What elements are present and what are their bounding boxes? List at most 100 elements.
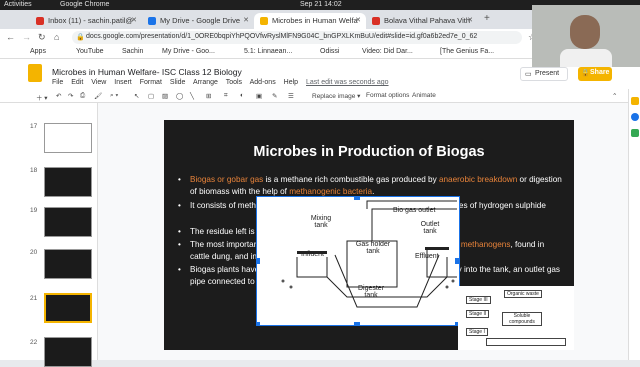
diagram-drawing <box>254 194 461 328</box>
menu-file[interactable]: File <box>52 79 63 86</box>
menu-addons[interactable]: Add-ons <box>250 79 276 86</box>
slide-thumbnail[interactable] <box>44 249 92 279</box>
menu-format[interactable]: Format <box>140 79 162 86</box>
menu-insert[interactable]: Insert <box>114 79 132 86</box>
youtube-icon <box>372 17 380 25</box>
slide-thumbnail[interactable] <box>44 123 92 153</box>
zoom-icon[interactable]: ⌕ ▾ <box>110 92 118 100</box>
mask-icon[interactable]: ◐ <box>240 92 244 99</box>
slide-thumbnail[interactable] <box>44 167 92 197</box>
image-icon[interactable]: ▨ <box>162 92 168 100</box>
redo-icon[interactable]: ↷ <box>68 92 73 100</box>
gmail-icon <box>36 17 44 25</box>
keep-icon[interactable] <box>631 97 639 105</box>
bookmark-linnaean[interactable]: 5.1: Linnaean... <box>244 48 292 55</box>
tab-inbox[interactable]: Inbox (11) - sachin.patil@ ✕ <box>30 13 142 29</box>
url-field[interactable]: 🔒 docs.google.com/presentation/d/1_0ORE0… <box>72 31 522 44</box>
slides-logo-icon[interactable] <box>28 64 42 82</box>
activities-button[interactable]: Activities <box>4 1 32 8</box>
label-influent: Influent <box>301 251 324 258</box>
bookmark-drive[interactable]: My Drive - Goo... <box>162 48 215 55</box>
border-weight-icon[interactable]: ☰ <box>288 92 294 100</box>
forward-icon[interactable]: → <box>22 32 31 42</box>
tab-slides[interactable]: Microbes in Human Welfa ✕ <box>254 13 366 29</box>
crop-icon[interactable]: ⌗ <box>224 92 228 100</box>
menu-arrange[interactable]: Arrange <box>193 79 218 86</box>
clock: Sep 21 14:02 <box>300 1 342 8</box>
last-edit-link[interactable]: Last edit was seconds ago <box>306 79 389 86</box>
bookmark-apps[interactable]: Apps <box>30 48 46 55</box>
tasks-icon[interactable] <box>631 113 639 121</box>
menu-help[interactable]: Help <box>284 79 298 86</box>
present-button[interactable]: ▭ Present <box>520 67 568 81</box>
term-biogas: Biogas or gobar gas <box>190 175 264 184</box>
slide-number: 22 <box>30 339 38 346</box>
bullet-1[interactable]: Biogas or gobar gas is a methane rich co… <box>178 174 562 198</box>
replace-image-button[interactable]: Replace image ▾ <box>312 92 360 100</box>
slide-thumbnail-selected[interactable] <box>44 293 92 323</box>
border-icon[interactable]: ✎ <box>272 92 277 100</box>
undo-icon[interactable]: ↶ <box>56 92 61 100</box>
person-face <box>570 15 600 49</box>
bookmark-video[interactable]: Video: Did Dar... <box>362 48 413 55</box>
slide-number: 17 <box>30 123 38 130</box>
slide-number: 20 <box>30 249 38 256</box>
document-title[interactable]: Microbes in Human Welfare- ISC Class 12 … <box>52 67 242 77</box>
animate-button[interactable]: Animate <box>412 92 436 99</box>
close-icon[interactable]: ✕ <box>355 16 361 24</box>
text: is a methane rich combustible gas produc… <box>263 175 439 184</box>
tab-drive[interactable]: My Drive - Google Drive ✕ <box>142 13 254 29</box>
lock-icon: 🔒 <box>76 34 85 41</box>
label-effluent: Effluent <box>415 253 439 260</box>
home-icon[interactable]: ⌂ <box>54 32 59 42</box>
box-stage3: Stage III <box>466 296 491 304</box>
anaerobic-stages-diagram[interactable]: Organic waste Stage III Stage II Stage I… <box>458 286 574 350</box>
label-outlet-tank: Outlet tank <box>420 221 440 235</box>
shape-icon[interactable]: ◯ <box>176 92 183 100</box>
close-icon[interactable]: ✕ <box>243 16 249 24</box>
menu-view[interactable]: View <box>91 79 106 86</box>
term-methanogens: methanogens <box>460 240 511 249</box>
biogas-plant-diagram[interactable]: Bio gas outlet Mixing tank Outlet tank I… <box>254 194 461 328</box>
slide-number: 21 <box>30 295 38 302</box>
tab-label: My Drive - Google Drive <box>160 16 241 25</box>
menu-bar: File Edit View Insert Format Slide Arran… <box>52 79 395 86</box>
slide-title[interactable]: Microbes in Production of Biogas <box>164 144 574 160</box>
slide-thumbnail[interactable] <box>44 337 92 367</box>
comment-icon[interactable]: ⊞ <box>206 92 211 100</box>
format-options-button[interactable]: Format options <box>366 92 409 99</box>
text: . <box>372 187 375 196</box>
close-icon[interactable]: ✕ <box>131 16 137 24</box>
calendar-icon[interactable] <box>631 129 639 137</box>
menu-slide[interactable]: Slide <box>170 79 186 86</box>
tab-youtube[interactable]: Bolava Vithal Pahava Vith ✕ <box>366 13 478 29</box>
collapse-icon[interactable]: ⌃ <box>612 92 617 100</box>
tab-label: Inbox (11) - sachin.patil@ <box>48 16 134 25</box>
select-icon[interactable]: ↖ <box>134 92 139 100</box>
menu-tools[interactable]: Tools <box>226 79 242 86</box>
share-button[interactable]: 🔒 Share <box>578 67 612 81</box>
print-icon[interactable]: ⎙ <box>80 92 85 100</box>
textbox-icon[interactable]: ▢ <box>148 92 154 100</box>
slide-number: 19 <box>30 207 38 214</box>
paint-format-icon[interactable]: 🖌 <box>94 92 102 100</box>
menu-edit[interactable]: Edit <box>71 79 83 86</box>
url-text: docs.google.com/presentation/d/1_0ORE0bq… <box>86 33 478 40</box>
bookmark-youtube[interactable]: YouTube <box>76 48 104 55</box>
bookmark-genius[interactable]: [The Genius Fa... <box>440 48 494 55</box>
present-label: Present <box>535 70 560 77</box>
line-icon[interactable]: ╲ <box>190 92 194 100</box>
close-icon[interactable]: ✕ <box>467 16 473 24</box>
slide-thumbnail[interactable] <box>44 207 92 237</box>
bookmark-odissi[interactable]: Odissi <box>320 48 339 55</box>
box-substrates <box>486 338 566 346</box>
reload-icon[interactable]: ↻ <box>38 32 46 43</box>
fill-icon[interactable]: ▣ <box>256 92 262 100</box>
back-icon[interactable]: ← <box>6 32 15 42</box>
box-organic: Organic waste <box>504 290 542 298</box>
add-icon[interactable]: ＋ ▾ <box>36 92 48 102</box>
new-tab-button[interactable]: + <box>484 13 490 24</box>
label-gas-holder: Gas holder tank <box>355 241 391 255</box>
bookmark-sachin[interactable]: Sachin <box>122 48 143 55</box>
play-icon: ▭ <box>525 71 532 78</box>
